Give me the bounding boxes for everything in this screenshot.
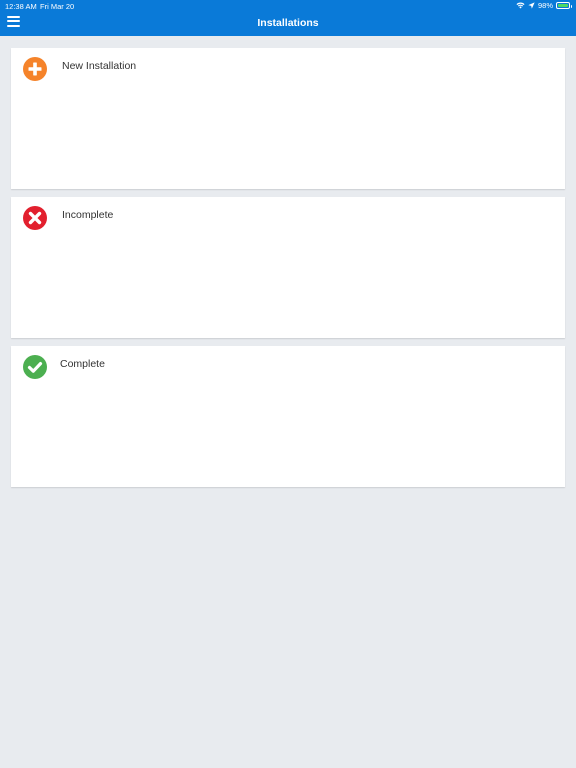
status-date: Fri Mar 20 [40, 2, 75, 11]
card-label-new-installation: New Installation [62, 60, 137, 72]
location-arrow-icon [528, 2, 535, 9]
status-bar: 12:38 AM Fri Mar 20 98% [0, 0, 576, 12]
page-title: Installations [257, 17, 319, 29]
card-label-complete: Complete [60, 358, 105, 370]
card-incomplete[interactable]: Incomplete [11, 197, 565, 338]
battery-percent: 98% [537, 1, 553, 10]
check-circle-icon [23, 355, 47, 379]
wifi-icon [516, 2, 525, 9]
card-new-installation[interactable]: New Installation [11, 48, 565, 189]
battery-cap [570, 4, 572, 8]
status-indicators: 98% [516, 1, 572, 10]
x-circle-icon [23, 206, 47, 230]
status-time: 12:38 AM [5, 2, 37, 11]
card-complete[interactable]: Complete [11, 346, 565, 487]
plus-circle-icon [23, 57, 47, 81]
installation-card-list: New Installation Incomplete Complete [11, 48, 565, 495]
app-header: 12:38 AM Fri Mar 20 98% Installations [0, 0, 576, 36]
card-label-incomplete: Incomplete [62, 209, 114, 221]
battery-level [558, 4, 568, 7]
battery-icon [556, 2, 572, 9]
